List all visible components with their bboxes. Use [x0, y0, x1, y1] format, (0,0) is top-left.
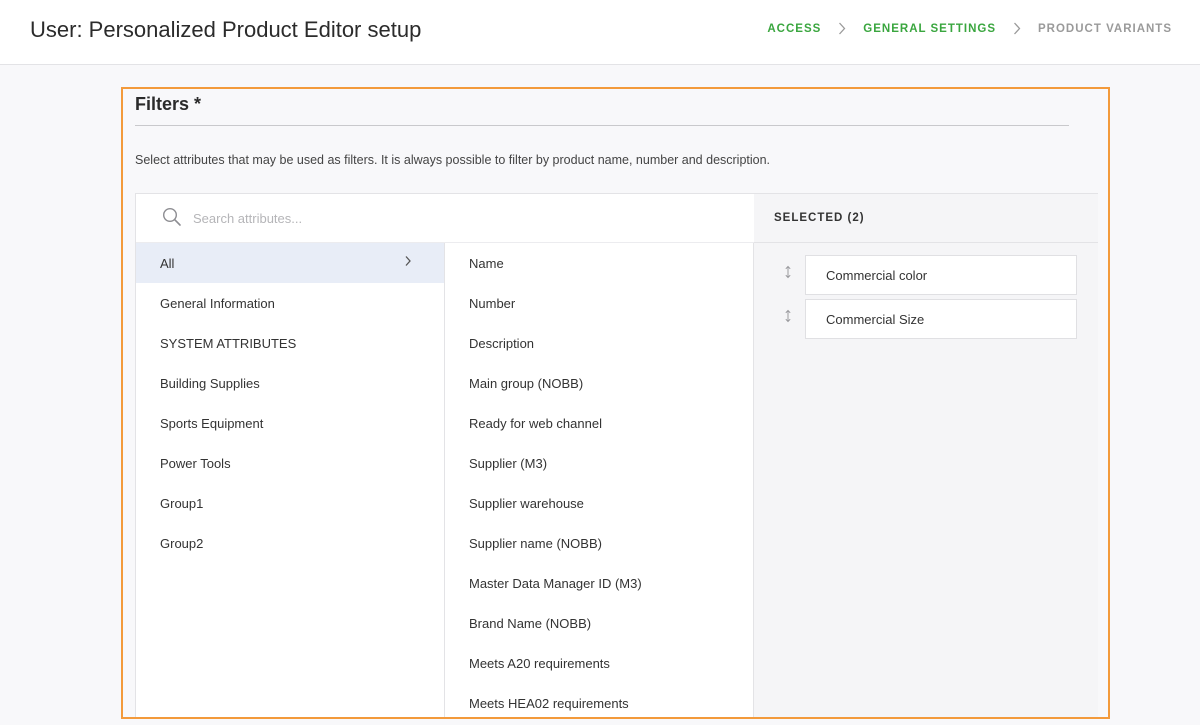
step-access[interactable]: ACCESS — [767, 23, 821, 35]
attribute-item[interactable]: Ready for web channel — [445, 403, 753, 443]
section-description: Select attributes that may be used as fi… — [135, 153, 771, 167]
chevron-right-icon — [1013, 22, 1021, 35]
attribute-item[interactable]: Brand Name (NOBB) — [445, 603, 753, 643]
wizard-steps: ACCESS GENERAL SETTINGS PRODUCT VARIANTS — [767, 22, 1172, 35]
search-input[interactable] — [193, 208, 693, 228]
attribute-item[interactable]: Description — [445, 323, 753, 363]
attribute-item[interactable]: Main group (NOBB) — [445, 363, 753, 403]
chevron-right-icon — [838, 22, 846, 35]
attribute-item[interactable]: Master Data Manager ID (M3) — [445, 563, 753, 603]
selected-item[interactable]: Commercial color — [754, 255, 1098, 299]
attribute-item[interactable]: Meets A20 requirements — [445, 643, 753, 683]
group-item-system-attributes[interactable]: SYSTEM ATTRIBUTES — [136, 323, 444, 363]
attribute-item[interactable]: Supplier warehouse — [445, 483, 753, 523]
page-header: User: Personalized Product Editor setup … — [0, 0, 1200, 65]
group-item-power-tools[interactable]: Power Tools — [136, 443, 444, 483]
search-icon — [162, 207, 182, 232]
group-item-sports-equipment[interactable]: Sports Equipment — [136, 403, 444, 443]
step-general-settings[interactable]: GENERAL SETTINGS — [863, 23, 996, 35]
attribute-item[interactable]: Meets HEA02 requirements — [445, 683, 753, 717]
group-item-general-information[interactable]: General Information — [136, 283, 444, 323]
attribute-item[interactable]: Supplier (M3) — [445, 443, 753, 483]
group-item-all[interactable]: All — [136, 243, 444, 283]
selected-chip[interactable]: Commercial Size — [805, 299, 1077, 339]
chevron-right-icon — [404, 255, 412, 270]
page-title: User: Personalized Product Editor setup — [30, 17, 422, 42]
drag-handle-icon[interactable] — [784, 309, 792, 328]
attribute-item[interactable]: Supplier name (NOBB) — [445, 523, 753, 563]
section-title: Filters * — [135, 94, 202, 114]
group-list: All General Information SYSTEM ATTRIBUTE… — [136, 243, 445, 717]
group-item-group2[interactable]: Group2 — [136, 523, 444, 563]
attribute-list: Name Number Description Main group (NOBB… — [445, 243, 754, 717]
selected-chip[interactable]: Commercial color — [805, 255, 1077, 295]
attribute-item[interactable]: Number — [445, 283, 753, 323]
selected-item[interactable]: Commercial Size — [754, 299, 1098, 343]
selected-header: SELECTED (2) — [754, 194, 1098, 243]
selected-panel: SELECTED (2) Commercial color Commercial… — [754, 194, 1098, 717]
group-item-label: All — [160, 255, 175, 271]
attribute-picker: All General Information SYSTEM ATTRIBUTE… — [135, 193, 1098, 717]
attribute-item[interactable]: Name — [445, 243, 753, 283]
filters-section: Filters * Select attributes that may be … — [121, 87, 1110, 719]
group-item-building-supplies[interactable]: Building Supplies — [136, 363, 444, 403]
drag-handle-icon[interactable] — [784, 265, 792, 284]
group-item-group1[interactable]: Group1 — [136, 483, 444, 523]
divider — [135, 125, 1069, 126]
step-product-variants[interactable]: PRODUCT VARIANTS — [1038, 23, 1172, 35]
selected-list: Commercial color Commercial Size — [754, 243, 1098, 343]
search-bar — [136, 194, 754, 243]
